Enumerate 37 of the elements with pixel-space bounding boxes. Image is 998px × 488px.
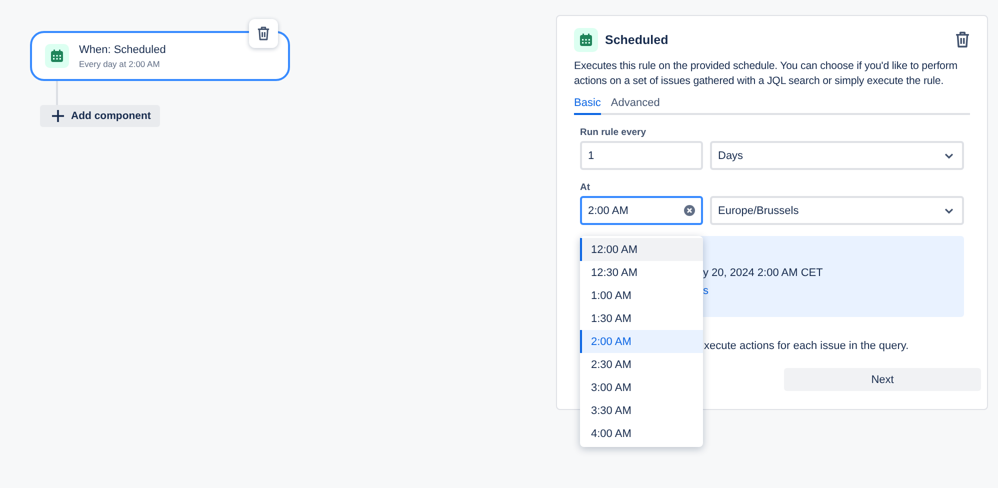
trigger-subtitle: Every day at 2:00 AM: [79, 58, 161, 68]
select-field[interactable]: Days: [710, 141, 964, 170]
time-option[interactable]: 4:00 AM: [580, 422, 703, 445]
calendar-icon: [574, 28, 598, 52]
add-component-button[interactable]: Add component: [40, 105, 160, 127]
next-run-text: y 20, 2024 2:00 AM CET: [703, 267, 823, 279]
time-option[interactable]: 3:00 AM: [580, 376, 703, 399]
next-button[interactable]: Next: [784, 368, 981, 391]
tab[interactable]: Advanced: [610, 95, 660, 115]
chevron-icon: [944, 208, 954, 214]
time-option[interactable]: 3:30 AM: [580, 399, 703, 422]
field-label: At: [580, 182, 592, 193]
checkbox-label: xecute actions for each issue in the query.: [704, 340, 909, 352]
tab[interactable]: Basic: [574, 95, 601, 115]
calendar-icon: [45, 44, 69, 68]
time-option[interactable]: 2:30 AM: [580, 353, 703, 376]
clear-icon: [684, 205, 695, 216]
panel-description: Executes this rule on the provided schedule. You can choose if you'd like to perform actions on a set of issues gathered with a JQL search or simply execute the rule.: [574, 59, 958, 89]
delete-button[interactable]: [249, 19, 278, 48]
field-label: Run rule every: [580, 127, 647, 138]
trigger-card[interactable]: When: Scheduled Every day at 2:00 AM: [30, 31, 290, 81]
time-field[interactable]: 2:00 AM: [580, 196, 703, 225]
trash-icon: [955, 31, 970, 49]
plus-icon: [51, 109, 65, 123]
select-field[interactable]: Europe/Brussels: [710, 196, 964, 225]
input-field[interactable]: 1: [580, 141, 703, 170]
delete-button[interactable]: [955, 31, 970, 49]
time-option[interactable]: 1:00 AM: [580, 284, 703, 307]
trigger-title: When: Scheduled: [79, 44, 166, 56]
chevron-icon: [944, 152, 954, 158]
info-link[interactable]: s: [703, 285, 708, 297]
time-option[interactable]: 12:30 AM: [580, 261, 703, 284]
time-option[interactable]: 12:00 AM: [580, 238, 703, 261]
time-option[interactable]: 2:00 AM: [580, 330, 703, 353]
trash-icon: [257, 26, 270, 41]
time-option[interactable]: 1:30 AM: [580, 307, 703, 330]
panel-title: Scheduled: [605, 33, 670, 47]
